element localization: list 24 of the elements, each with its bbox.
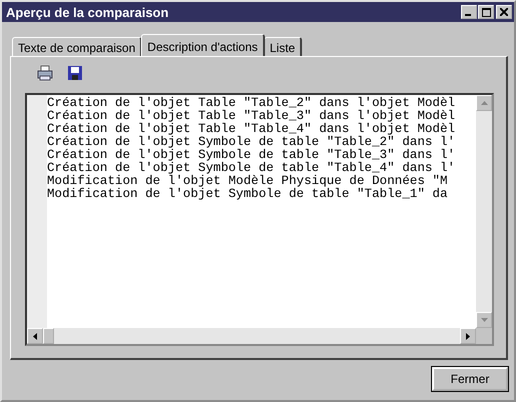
scroll-thumb[interactable] (43, 328, 54, 344)
scrollbar-corner (476, 328, 492, 344)
tab[interactable]: Description d'actions (141, 34, 265, 56)
text-line: Création de l'objet Table "Table_3" dans l'objet Modèl (47, 110, 456, 123)
printer-icon[interactable] (37, 65, 53, 81)
maximize-icon (482, 8, 490, 16)
text-line: Modification de l'objet Symbole de table "Table_1" da (47, 188, 448, 201)
text-line: Modification de l'objet Modèle Physique de Données "M (47, 175, 448, 188)
text-line: Création de l'objet Symbole de table "Table_4" dans l' (47, 162, 456, 175)
tab[interactable]: Texte de comparaison (12, 37, 142, 56)
close-dialog-button[interactable]: Fermer (432, 367, 508, 391)
left-arrow-icon[interactable] (33, 332, 37, 340)
text-line: Création de l'objet Table "Table_2" dans l'objet Modèl (47, 97, 456, 110)
maximize-button[interactable] (478, 5, 494, 19)
close-icon (500, 8, 508, 16)
right-arrow-icon[interactable] (466, 332, 470, 340)
text-line: Création de l'objet Symbole de table "Table_3" dans l' (47, 149, 456, 162)
window-title: Aperçu de la comparaison (6, 4, 170, 20)
text-line: Création de l'objet Symbole de table "Table_2" dans l' (47, 136, 456, 149)
tab[interactable]: Liste (264, 37, 302, 56)
close-button[interactable] (496, 5, 512, 19)
minimize-button[interactable] (461, 5, 477, 19)
horizontal-scrollbar[interactable] (27, 328, 492, 344)
text-line: Création de l'objet Table "Table_4" dans l'objet Modèl (47, 123, 456, 136)
